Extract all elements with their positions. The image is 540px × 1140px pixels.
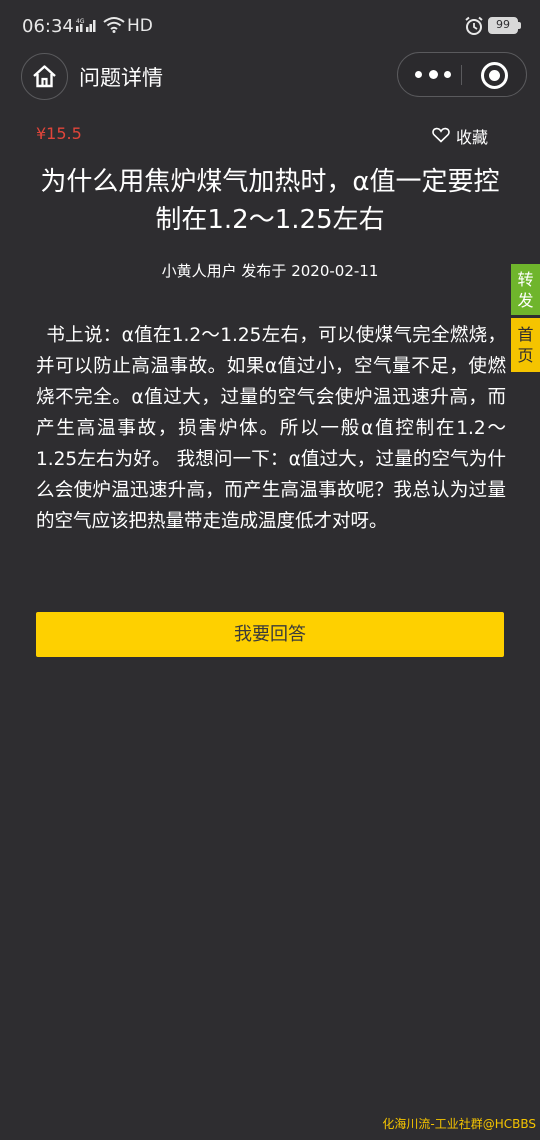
capsule-divider: [461, 65, 462, 85]
house-icon: [33, 65, 56, 88]
home-tab[interactable]: 首页: [511, 318, 540, 372]
watermark: 化海川流-工业社群@HCBBS: [364, 1113, 536, 1135]
hd-indicator: HD: [127, 16, 153, 36]
question-meta: 小黄人用户 发布于 2020-02-11: [0, 260, 540, 281]
page-title: 问题详情: [79, 66, 163, 90]
author-name: 小黄人用户: [161, 262, 237, 280]
nav-bar: 问题详情: [0, 50, 540, 100]
screen: 06:34 4G HD 99 问题详情 ¥15.5 收藏 为什么用焦炉煤气加热时…: [0, 0, 540, 1140]
publish-date: 2020-02-11: [291, 262, 379, 280]
question-body: 书上说：α值在1.2～1.25左右，可以使煤气完全燃烧，并可以防止高温事故。如果…: [36, 320, 506, 537]
home-tab-label: 首页: [517, 325, 534, 365]
mini-program-capsule: [397, 52, 527, 97]
status-bar: 06:34 4G HD 99: [0, 0, 540, 50]
heart-icon: [432, 127, 450, 143]
battery-icon: 99: [488, 17, 518, 34]
share-tab-label: 转发: [517, 270, 534, 310]
share-tab[interactable]: 转发: [511, 264, 540, 315]
svg-text:4G: 4G: [76, 18, 85, 25]
answer-button[interactable]: 我要回答: [36, 612, 504, 657]
question-body-text: 书上说：α值在1.2～1.25左右，可以使煤气完全燃烧，并可以防止高温事故。如果…: [36, 325, 506, 532]
close-mini-program-icon[interactable]: [481, 62, 508, 89]
question-title: 为什么用焦炉煤气加热时，α值一定要控制在1.2～1.25左右: [40, 167, 500, 235]
collect-label: 收藏: [456, 128, 489, 147]
signal-icon: 4G: [76, 17, 98, 37]
published-label: 发布于: [241, 262, 287, 280]
reward-price: ¥15.5: [36, 124, 82, 143]
wifi-icon: [103, 16, 125, 37]
more-menu-icon[interactable]: [415, 66, 451, 82]
battery-tip: [518, 22, 521, 29]
alarm-icon: [464, 16, 484, 40]
home-button[interactable]: [21, 53, 68, 100]
status-time: 06:34: [22, 16, 74, 37]
